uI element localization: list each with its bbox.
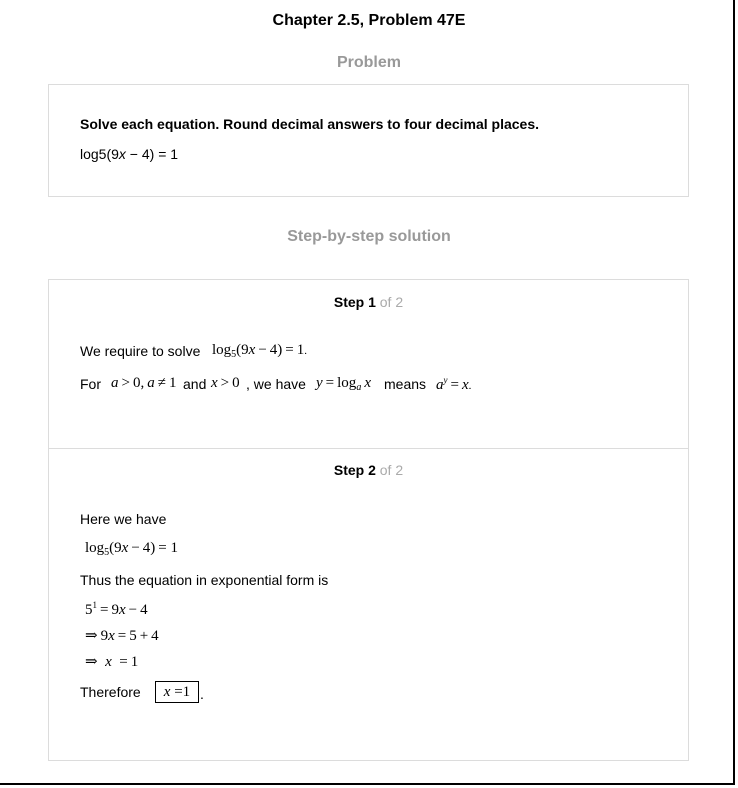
answer-value: =1: [170, 684, 191, 700]
step-2-therefore: Therefore: [80, 684, 141, 700]
equation-part: log5(9: [80, 146, 119, 162]
answer-period: .: [200, 686, 204, 702]
solution-box: Step 1 of 2 We require to solve log5(9x …: [48, 279, 689, 761]
step-1-intro: We require to solve: [80, 343, 201, 359]
problem-box: Solve each equation. Round decimal answe…: [48, 84, 689, 197]
problem-heading: Problem: [336, 54, 401, 71]
problem-prompt: Solve each equation. Round decimal answe…: [80, 116, 540, 132]
step-number: Step 1: [333, 294, 376, 310]
step-2-thus: Thus the equation in exponential form is: [80, 572, 329, 588]
step-1: Step 1 of 2 We require to solve log5(9x …: [49, 280, 688, 449]
final-answer-box: x =1: [155, 681, 199, 703]
equation-part: − 4) = 1: [125, 146, 179, 162]
condition-x: x > 0: [211, 375, 240, 391]
solution-heading: Step-by-step solution: [287, 228, 451, 245]
step-1-and: and: [183, 376, 207, 392]
step-2-here: Here we have: [80, 511, 167, 527]
step-1-means: means: [384, 376, 427, 392]
step-total: of 2: [375, 294, 404, 310]
step-2: Step 2 of 2 Here we have log5(9x − 4) = …: [49, 448, 688, 760]
page-title: Chapter 2.5, Problem 47E: [272, 12, 466, 29]
condition-a: a > 0, a ≠ 1: [111, 375, 177, 391]
step-2-equation: log5(9x − 4) = 1: [85, 540, 179, 558]
step-number: Step 2: [333, 462, 376, 478]
problem-equation: log5(9x − 4) = 1: [80, 146, 178, 162]
exponential-form: 51 = 9x − 4: [85, 600, 148, 618]
step-1-label: Step 1 of 2: [49, 294, 688, 310]
step-1-we-have: , we have: [246, 376, 306, 392]
step-1-equation: log5(9x − 4) = 1.: [212, 342, 308, 360]
step-total: of 2: [375, 462, 404, 478]
derivation-line-2: ⇒ x = 1: [85, 654, 139, 670]
step-2-label: Step 2 of 2: [49, 462, 688, 478]
exponential-definition: ay = x.: [436, 375, 472, 393]
derivation-line-1: ⇒ 9x = 5 + 4: [85, 628, 159, 644]
step-1-for: For: [80, 376, 101, 392]
equation-variable: x: [118, 146, 126, 162]
log-definition: y = loga x: [316, 375, 371, 393]
